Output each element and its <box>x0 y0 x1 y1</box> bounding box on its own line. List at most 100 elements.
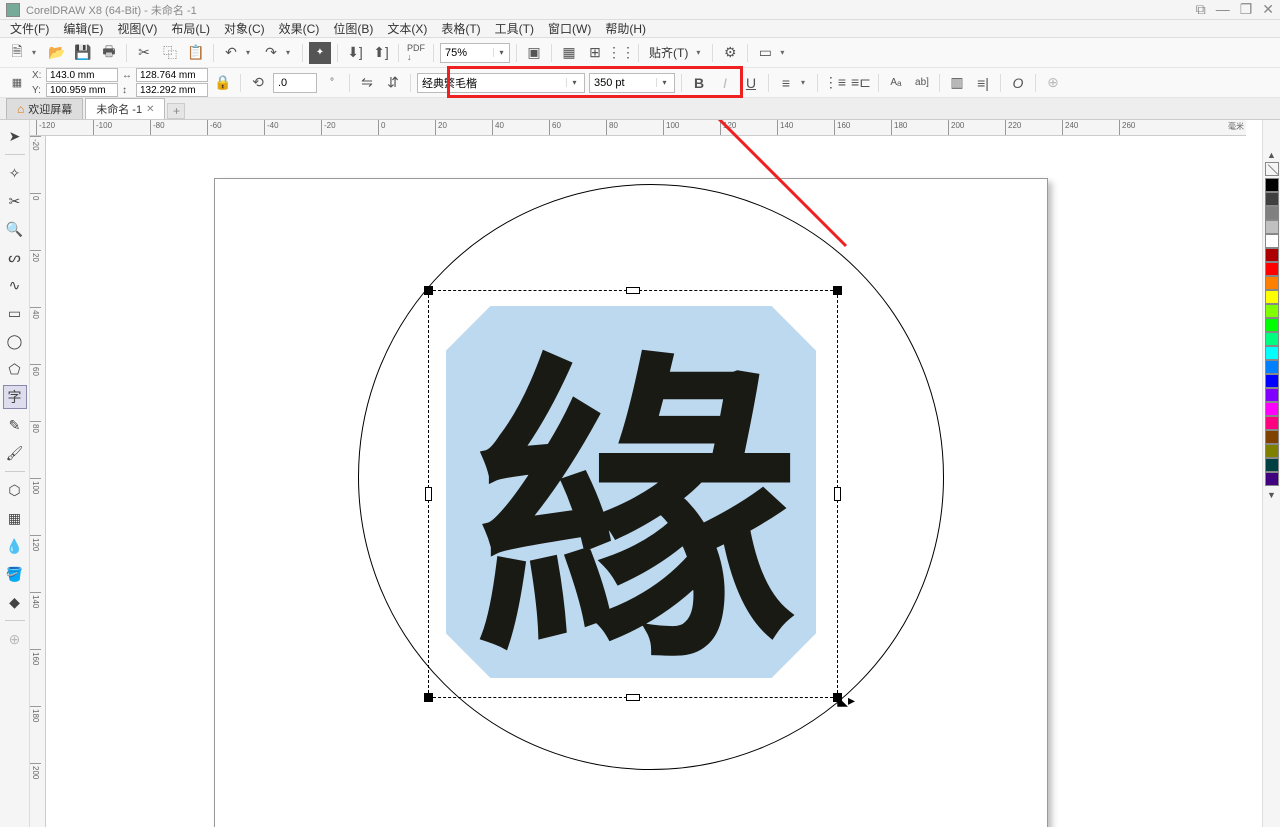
handle-sw[interactable] <box>424 693 433 702</box>
color-swatch[interactable] <box>1265 206 1279 220</box>
tab-welcome[interactable]: ⌂ 欢迎屏幕 <box>6 98 83 119</box>
no-color-swatch[interactable] <box>1265 162 1279 176</box>
eyedropper-tool-icon[interactable]: 💧 <box>3 534 27 558</box>
import-icon[interactable]: ⬇] <box>344 42 366 64</box>
menu-view[interactable]: 视图(V) <box>111 19 163 38</box>
menu-window[interactable]: 窗口(W) <box>542 19 597 38</box>
canvas[interactable]: 緣 ◣▸ <box>46 136 1246 827</box>
shape-tool-icon[interactable]: ✧ <box>3 161 27 185</box>
add-tool-icon[interactable]: ⊕ <box>3 627 27 651</box>
handle-n[interactable] <box>626 287 640 294</box>
color-swatch[interactable] <box>1265 416 1279 430</box>
columns-icon[interactable]: ▥ <box>946 72 968 94</box>
snap-pixel-icon[interactable]: ▦ <box>6 72 28 94</box>
launcher-icon[interactable]: ▭ <box>754 42 776 64</box>
undo-dropdown[interactable]: ▾ <box>246 48 256 57</box>
color-swatch[interactable] <box>1265 220 1279 234</box>
text-overflow-icon[interactable]: ◣▸ <box>837 692 855 709</box>
rectangle-tool-icon[interactable]: ▭ <box>3 301 27 325</box>
color-swatch[interactable] <box>1265 304 1279 318</box>
zoom-dropdown-icon[interactable]: ▾ <box>493 48 509 57</box>
lock-ratio-icon[interactable]: 🔒 <box>212 72 234 94</box>
outline-tool-icon[interactable]: ◆ <box>3 590 27 614</box>
new-dropdown[interactable]: ▾ <box>32 48 42 57</box>
color-swatch[interactable] <box>1265 444 1279 458</box>
color-swatch[interactable] <box>1265 402 1279 416</box>
palette-down-icon[interactable]: ▼ <box>1267 490 1276 500</box>
mirror-h-icon[interactable]: ⇋ <box>356 72 378 94</box>
crop-tool-icon[interactable]: ✂ <box>3 189 27 213</box>
color-swatch[interactable] <box>1265 262 1279 276</box>
fontsize-dropdown-icon[interactable]: ▾ <box>656 78 672 87</box>
color-swatch[interactable] <box>1265 346 1279 360</box>
snap-button[interactable]: 贴齐(T) <box>645 44 692 61</box>
color-swatch[interactable] <box>1265 472 1279 486</box>
x-input[interactable] <box>46 68 118 82</box>
dropcap-icon[interactable]: ≡⊏ <box>850 72 872 94</box>
underline-icon[interactable]: U <box>740 72 762 94</box>
text-options-icon[interactable]: ≡| <box>972 72 994 94</box>
tab-document[interactable]: 未命名 -1 ✕ <box>85 98 165 119</box>
menu-help[interactable]: 帮助(H) <box>599 19 652 38</box>
print-icon[interactable]: 🖶 <box>98 42 120 64</box>
polygon-tool-icon[interactable]: ⬠ <box>3 357 27 381</box>
copy-icon[interactable]: ⿻ <box>159 42 181 64</box>
grid-icon[interactable]: ▦ <box>558 42 580 64</box>
redo-dropdown[interactable]: ▾ <box>286 48 296 57</box>
pdf-icon[interactable]: PDF↓ <box>405 42 427 64</box>
menu-edit[interactable]: 编辑(E) <box>57 19 109 38</box>
rotation-input[interactable] <box>274 74 316 92</box>
search-icon[interactable]: ✦ <box>309 42 331 64</box>
options-icon[interactable]: ⚙ <box>719 42 741 64</box>
3d-tool-icon[interactable]: ⬡ <box>3 478 27 502</box>
menu-file[interactable]: 文件(F) <box>4 19 55 38</box>
handle-e[interactable] <box>834 487 841 501</box>
menu-text[interactable]: 文本(X) <box>381 19 433 38</box>
pen-tool-icon[interactable]: ✎ <box>3 413 27 437</box>
text-tool-icon[interactable]: 字 <box>3 385 27 409</box>
fontsize-combo[interactable]: ▾ <box>589 73 675 93</box>
color-swatch[interactable] <box>1265 248 1279 262</box>
freehand-tool-icon[interactable]: ᔕ <box>3 245 27 269</box>
handle-nw[interactable] <box>424 286 433 295</box>
align-icon[interactable]: ≡ <box>775 72 797 94</box>
pick-tool-icon[interactable]: ➤ <box>3 124 27 148</box>
palette-up-icon[interactable]: ▲ <box>1267 150 1276 160</box>
menu-effects[interactable]: 效果(C) <box>273 19 326 38</box>
color-swatch[interactable] <box>1265 388 1279 402</box>
save-icon[interactable]: 💾 <box>72 42 94 64</box>
bezier-tool-icon[interactable]: ∿ <box>3 273 27 297</box>
color-swatch[interactable] <box>1265 318 1279 332</box>
color-swatch[interactable] <box>1265 192 1279 206</box>
snap-dropdown[interactable]: ▾ <box>696 48 706 57</box>
outline-icon[interactable]: O <box>1007 72 1029 94</box>
add-icon[interactable]: ⊕ <box>1042 72 1064 94</box>
new-icon[interactable]: 🗎 <box>6 42 28 64</box>
rotation-combo[interactable] <box>273 73 317 93</box>
redo-icon[interactable]: ↷ <box>260 42 282 64</box>
zoom-tool-icon[interactable]: 🔍 <box>3 217 27 241</box>
horizontal-ruler[interactable]: -120-100-80-60-40-2002040608010012014016… <box>30 120 1246 136</box>
paste-icon[interactable]: 📋 <box>185 42 207 64</box>
fill-tool-icon[interactable]: 🪣 <box>3 562 27 586</box>
italic-icon[interactable]: I <box>714 72 736 94</box>
undo-icon[interactable]: ↶ <box>220 42 242 64</box>
color-swatch[interactable] <box>1265 430 1279 444</box>
color-swatch[interactable] <box>1265 374 1279 388</box>
restore-icon[interactable]: ⧉ <box>1196 1 1206 18</box>
color-swatch[interactable] <box>1265 332 1279 346</box>
menu-table[interactable]: 表格(T) <box>435 19 486 38</box>
font-combo[interactable]: ▾ <box>417 73 585 93</box>
minimize-icon[interactable]: — <box>1216 1 1230 18</box>
maximize-icon[interactable]: ❐ <box>1240 1 1253 18</box>
fullscreen-icon[interactable]: ▣ <box>523 42 545 64</box>
char-format-icon[interactable]: Aa <box>885 72 907 94</box>
vertical-ruler[interactable]: -20020406080100120140160180200 <box>30 136 46 827</box>
export-icon[interactable]: ⬆] <box>370 42 392 64</box>
snap-grid-icon[interactable]: ⋮⋮ <box>610 42 632 64</box>
ellipse-tool-icon[interactable]: ◯ <box>3 329 27 353</box>
tab-close-icon[interactable]: ✕ <box>146 104 154 115</box>
font-dropdown-icon[interactable]: ▾ <box>566 78 582 87</box>
bold-icon[interactable]: B <box>688 72 710 94</box>
menu-layout[interactable]: 布局(L) <box>165 19 216 38</box>
